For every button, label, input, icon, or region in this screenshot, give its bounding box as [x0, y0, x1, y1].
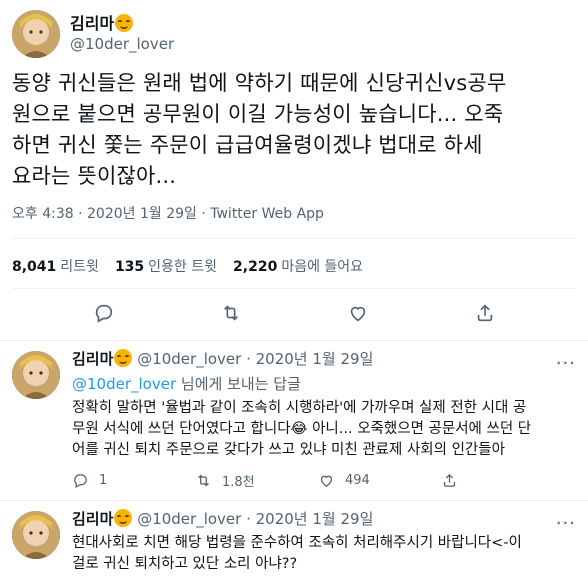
timestamp[interactable]: · 2020년 1월 29일	[246, 350, 373, 368]
tweet-meta[interactable]: 오후 4:38 · 2020년 1월 29일 · Twitter Web App	[12, 203, 324, 223]
display-name[interactable]: 김리마	[70, 14, 174, 34]
like-icon[interactable]	[318, 472, 335, 489]
divider	[0, 500, 588, 501]
avatar[interactable]	[12, 511, 60, 559]
tweet-stats: 8,041 리트윗 135 인용한 트윗 2,220 마음에 들어요	[12, 256, 363, 276]
handle[interactable]: @10der_lover	[137, 350, 241, 368]
share-icon[interactable]	[441, 472, 458, 489]
smiling-face-emoji-icon	[114, 349, 133, 367]
author-names: 김리마 @10der_lover	[70, 14, 174, 54]
like-count: 494	[345, 473, 370, 488]
likes-stat[interactable]: 2,220 마음에 들어요	[233, 256, 363, 276]
reply-icon[interactable]	[72, 472, 89, 489]
retweet-count: 1.8천	[222, 475, 255, 490]
reply-header: 김리마 @10der_lover · 2020년 1월 29일	[72, 349, 577, 369]
replying-to-link[interactable]: @10der_lover	[72, 375, 176, 393]
handle[interactable]: @10der_lover	[70, 34, 174, 54]
retweet-icon[interactable]	[220, 302, 242, 324]
reply-icon[interactable]	[93, 302, 115, 324]
timestamp[interactable]: · 2020년 1월 29일	[246, 510, 373, 528]
retweet-action[interactable]: 1.8천	[195, 471, 318, 490]
divider	[12, 288, 576, 289]
replying-to: @10der_lover 님에게 보내는 답글	[72, 375, 301, 393]
reply-count: 1	[99, 473, 108, 488]
main-tweet-header: 김리마 @10der_lover	[12, 10, 174, 58]
share-icon[interactable]	[474, 302, 496, 324]
reply-text: 정확히 말하면 '율법과 같이 조속히 시행하라'에 가까우며 실제 전한 시대…	[72, 400, 532, 458]
divider	[0, 340, 588, 341]
display-name[interactable]: 김리마	[72, 350, 113, 368]
tweet-text: 동양 귀신들은 원래 법에 약하기 때문에 신당귀신vs공무 원으로 붙으면 공…	[12, 71, 507, 188]
reply-header: 김리마 @10der_lover · 2020년 1월 29일	[72, 509, 577, 529]
more-icon[interactable]: ···	[556, 513, 576, 534]
like-action[interactable]: 494	[318, 471, 441, 490]
reply-action[interactable]: 1	[72, 471, 195, 490]
display-name[interactable]: 김리마	[72, 510, 113, 528]
avatar[interactable]	[12, 351, 60, 399]
avatar[interactable]	[12, 10, 60, 58]
reply-actions: 1 1.8천 494	[72, 471, 577, 490]
divider	[12, 238, 576, 239]
retweet-icon[interactable]	[195, 472, 212, 489]
smiling-face-emoji-icon	[114, 509, 133, 527]
reply-body: 김리마 @10der_lover · 2020년 1월 29일 @10der_l…	[72, 349, 577, 490]
more-icon[interactable]: ···	[556, 353, 576, 374]
handle[interactable]: @10der_lover	[137, 510, 241, 528]
tweet-actions	[0, 302, 588, 324]
quotes-stat[interactable]: 135 인용한 트윗	[115, 256, 217, 276]
reply-text: 현대사회로 치면 해당 법령을 준수하여 조속히 처리해주시기 바랍니다<-이 …	[72, 535, 522, 572]
like-icon[interactable]	[347, 302, 369, 324]
share-action[interactable]	[441, 471, 564, 490]
smiling-face-emoji-icon	[115, 14, 134, 32]
reply-body: 김리마 @10der_lover · 2020년 1월 29일 현대사회로 치면…	[72, 509, 577, 575]
retweets-stat[interactable]: 8,041 리트윗	[12, 256, 99, 276]
